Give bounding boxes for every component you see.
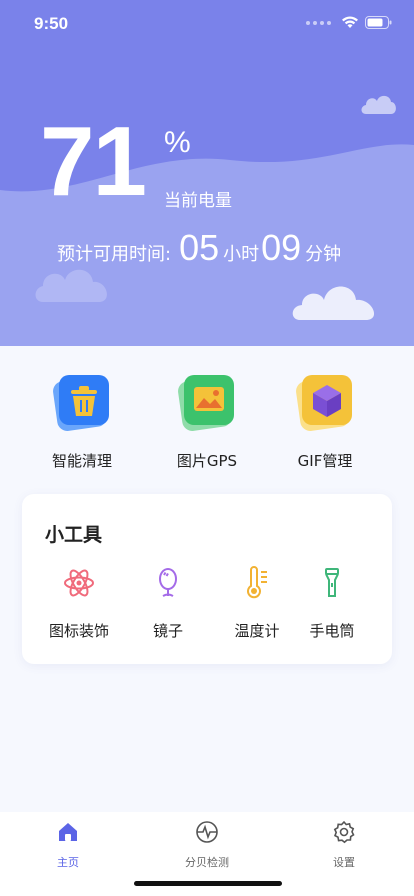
status-bar: 9:50 [0,0,414,48]
hours-unit: 小时 [223,244,260,265]
mirror-icon [159,568,177,597]
battery-percent-value: 71 [40,106,147,216]
cloud-small-icon [361,95,396,114]
minutes-unit: 分钟 [305,244,342,265]
feature-row: 智能清理 图片GPS GIF管理 [0,346,414,486]
remaining-time-label: 预计可用时间: [57,244,172,265]
tool-mirror[interactable]: 镜子 [123,566,213,641]
picture-icon [178,375,234,431]
home-indicator [134,881,282,886]
status-time: 9:50 [34,14,69,33]
tools-title: 小工具 [45,524,103,546]
feature-picture-gps[interactable]: 图片GPS [147,372,267,471]
atom-icon [64,569,94,597]
trash-icon [53,375,109,431]
feature-gif-manager[interactable]: GIF管理 [265,372,385,471]
remaining-time-row: 预计可用时间: 05 小时 09 分钟 [57,230,341,266]
tool-label: 手电筒 [309,622,355,640]
tool-label: 图标装饰 [48,622,109,640]
status-icons [306,16,392,29]
cloud-left-icon [35,269,107,302]
tools-card: 小工具 图标装饰 镜子 温度计 手电筒 [22,494,392,664]
tab-label: 分贝检测 [185,856,229,869]
gear-icon [333,820,355,844]
remaining-minutes: 09 [261,227,302,268]
tool-flashlight[interactable]: 手电筒 [287,566,377,641]
wifi-icon [342,16,358,28]
percent-sign: % [164,126,191,159]
feature-smart-clean[interactable]: 智能清理 [22,372,142,471]
feature-label: 图片GPS [176,452,238,470]
home-icon [59,823,77,841]
thermometer-icon [247,566,267,599]
tab-label: 设置 [333,856,355,869]
tab-settings[interactable]: 设置 [294,820,394,870]
tab-decibel[interactable]: 分贝检测 [157,820,257,870]
tab-home[interactable]: 主页 [18,820,118,870]
battery-caption: 当前电量 [164,191,232,211]
signal-icon [306,20,331,25]
battery-status-icon [365,16,392,29]
feature-label: 智能清理 [51,452,112,470]
cube-icon [296,375,352,431]
feature-label: GIF管理 [297,452,353,470]
remaining-hours: 05 [179,227,220,268]
battery-hero: 9:50 71 % 当前电量 预计可用时间: 05 小时 09 分钟 [0,0,414,346]
tool-label: 镜子 [152,622,183,640]
decibel-icon [196,821,218,843]
tool-icon-decoration[interactable]: 图标装饰 [34,566,124,641]
flashlight-icon [325,568,339,597]
cloud-right-icon [292,286,375,320]
tab-label: 主页 [57,856,79,869]
